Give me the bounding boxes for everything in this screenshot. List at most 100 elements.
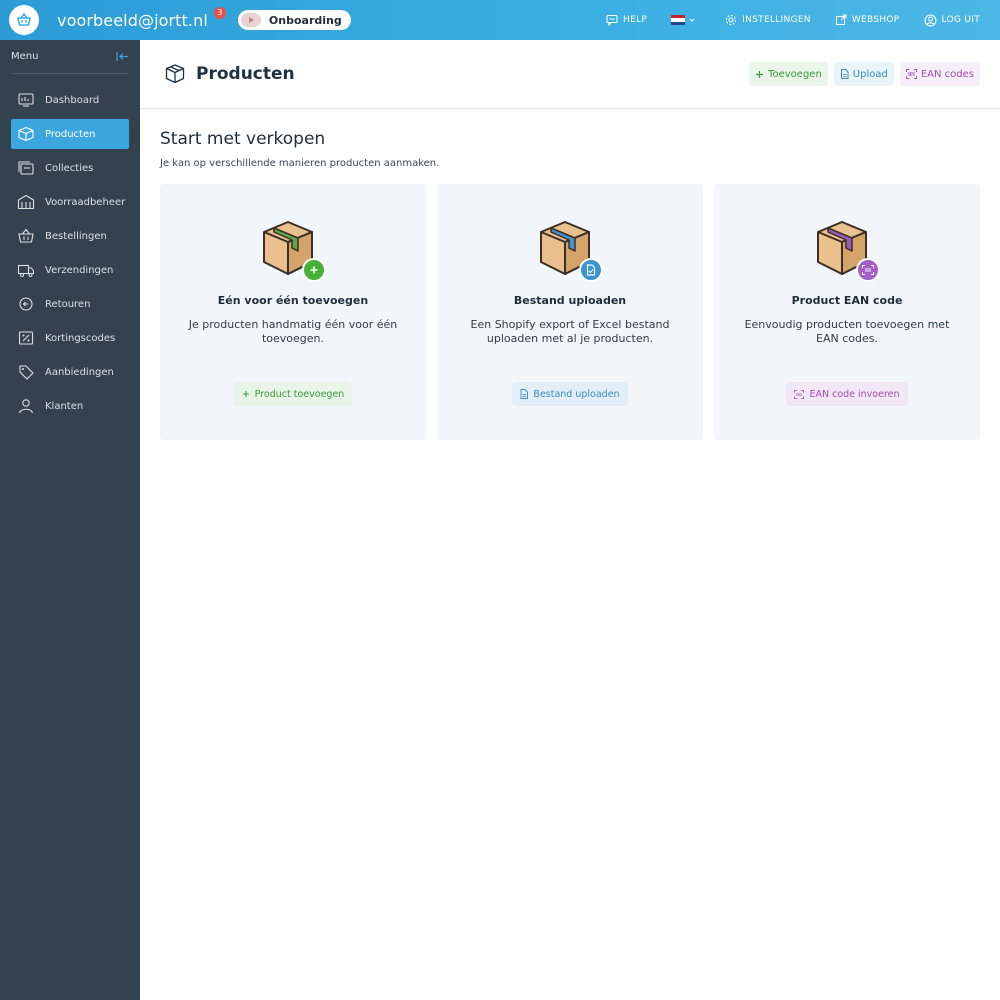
plus-icon <box>242 391 249 397</box>
truck-icon <box>17 264 35 277</box>
card-title: Bestand uploaden <box>513 294 627 307</box>
header-actions: Toevoegen Upload EAN codes <box>743 62 980 86</box>
sidebar-item-label: Retouren <box>45 298 91 310</box>
warehouse-icon <box>17 194 35 210</box>
enter-ean-card-button[interactable]: EAN code invoeren <box>786 382 908 406</box>
option-card-upload: Bestand uploaden Een Shopify export of E… <box>437 184 703 440</box>
add-product-card-button[interactable]: Product toevoegen <box>233 382 353 406</box>
page-header: Producten Toevoegen Upload EAN codes <box>140 40 1000 109</box>
notification-badge: 3 <box>213 6 226 19</box>
chat-icon <box>606 15 618 26</box>
menu-header: Menu <box>11 40 129 74</box>
upload-button[interactable]: Upload <box>833 62 894 86</box>
logout-link[interactable]: LOG UIT <box>924 14 980 27</box>
sidebar-item-label: Aanbiedingen <box>45 366 114 378</box>
help-label: HELP <box>623 15 648 25</box>
option-card-ean: Product EAN code Eenvoudig producten toe… <box>714 184 980 440</box>
chevron-down-icon <box>689 18 695 22</box>
webshop-label: WEBSHOP <box>851 15 900 25</box>
content-area: Start met verkopen Je kan op verschillen… <box>140 109 1000 440</box>
sidebar-item-aanbiedingen[interactable]: Aanbiedingen <box>11 357 129 387</box>
upload-label: Upload <box>852 68 888 80</box>
barcode-badge-icon <box>856 258 880 282</box>
main-content: Producten Toevoegen Upload EAN codes Sta… <box>140 40 1000 1000</box>
settings-label: INSTELLINGEN <box>742 15 811 25</box>
sidebar-item-label: Verzendingen <box>45 264 114 276</box>
option-card-manual: Eén voor één toevoegen Je producten hand… <box>160 184 426 440</box>
card-button-label: Product toevoegen <box>254 388 345 400</box>
card-button-label: Bestand uploaden <box>533 388 620 400</box>
sidebar-item-label: Klanten <box>45 400 84 412</box>
dashboard-icon <box>18 93 34 107</box>
user-circle-icon <box>924 14 937 26</box>
box-icon <box>165 64 185 84</box>
sidebar: Menu Dashboard Producten Collecties Voor… <box>0 40 140 1000</box>
collections-icon <box>18 161 34 175</box>
file-icon <box>840 69 849 79</box>
card-description: Eenvoudig producten toevoegen met EAN co… <box>744 318 950 345</box>
sidebar-item-klanten[interactable]: Klanten <box>11 391 129 421</box>
language-selector[interactable] <box>671 15 701 25</box>
plus-badge-icon <box>302 258 326 282</box>
basket-logo-icon[interactable] <box>9 5 39 35</box>
plus-icon <box>756 70 764 78</box>
sidebar-item-dashboard[interactable]: Dashboard <box>11 85 129 115</box>
sidebar-item-kortingscodes[interactable]: Kortingscodes <box>11 323 129 353</box>
page-title: Producten <box>196 64 295 84</box>
ean-label: EAN codes <box>920 68 974 80</box>
box-illustration <box>812 218 882 284</box>
nl-flag-icon <box>671 15 686 25</box>
card-description: Je producten handmatig één voor één toev… <box>188 318 398 345</box>
add-product-button[interactable]: Toevoegen <box>749 62 828 86</box>
box-illustration <box>535 218 605 284</box>
card-button-label: EAN code invoeren <box>809 388 900 400</box>
file-icon <box>520 389 529 399</box>
card-title: Eén voor één toevoegen <box>217 294 369 307</box>
sidebar-item-producten[interactable]: Producten <box>11 119 129 149</box>
onboarding-button[interactable]: Onboarding <box>237 10 351 30</box>
sidebar-item-label: Voorraadbeheer <box>45 196 126 208</box>
tag-icon <box>19 365 34 380</box>
settings-link[interactable]: INSTELLINGEN <box>725 14 811 26</box>
onboarding-label: Onboarding <box>268 13 342 27</box>
sidebar-item-retouren[interactable]: Retouren <box>11 289 129 319</box>
add-label: Toevoegen <box>768 68 822 80</box>
external-link-icon <box>835 14 847 25</box>
account-switcher[interactable]: voorbeeld@jortt.nl 3 <box>57 6 226 30</box>
ean-codes-button[interactable]: EAN codes <box>899 62 980 86</box>
menu-title: Menu <box>11 51 39 62</box>
document-badge-icon <box>579 258 603 282</box>
gear-icon <box>726 15 737 25</box>
sidebar-item-label: Bestellingen <box>45 230 107 242</box>
box-icon <box>18 126 34 142</box>
top-nav: HELP INSTELLINGEN WEBSHOP LOG UIT <box>582 14 980 27</box>
sidebar-item-label: Collecties <box>45 162 94 174</box>
sidebar-item-collecties[interactable]: Collecties <box>11 153 129 183</box>
account-email: voorbeeld@jortt.nl <box>57 10 208 30</box>
discount-icon <box>18 331 34 345</box>
upload-file-card-button[interactable]: Bestand uploaden <box>512 382 628 406</box>
top-bar: voorbeeld@jortt.nl 3 Onboarding HELP INS… <box>0 0 1000 40</box>
collapse-sidebar-icon[interactable] <box>116 51 129 62</box>
card-title: Product EAN code <box>791 294 903 307</box>
sidebar-item-label: Kortingscodes <box>45 332 116 344</box>
webshop-link[interactable]: WEBSHOP <box>835 14 900 26</box>
user-icon <box>18 399 34 414</box>
sidebar-item-label: Producten <box>45 128 96 140</box>
return-icon <box>19 297 33 311</box>
sidebar-item-bestellingen[interactable]: Bestellingen <box>11 221 129 251</box>
sidebar-item-voorraadbeheer[interactable]: Voorraadbeheer <box>11 187 129 217</box>
section-subtitle: Je kan op verschillende manieren product… <box>160 158 440 169</box>
barcode-scan-icon <box>905 69 917 79</box>
barcode-scan-icon <box>794 389 805 399</box>
option-cards: Eén voor één toevoegen Je producten hand… <box>160 184 980 440</box>
basket-icon <box>18 228 34 243</box>
section-title: Start met verkopen <box>160 129 326 149</box>
sidebar-nav: Dashboard Producten Collecties Voorraadb… <box>0 85 140 421</box>
help-link[interactable]: HELP <box>606 14 647 26</box>
play-icon <box>240 13 261 27</box>
box-illustration <box>258 218 328 284</box>
logout-label: LOG UIT <box>941 15 980 25</box>
card-description: Een Shopify export of Excel bestand uplo… <box>470 318 670 345</box>
sidebar-item-verzendingen[interactable]: Verzendingen <box>11 255 129 285</box>
